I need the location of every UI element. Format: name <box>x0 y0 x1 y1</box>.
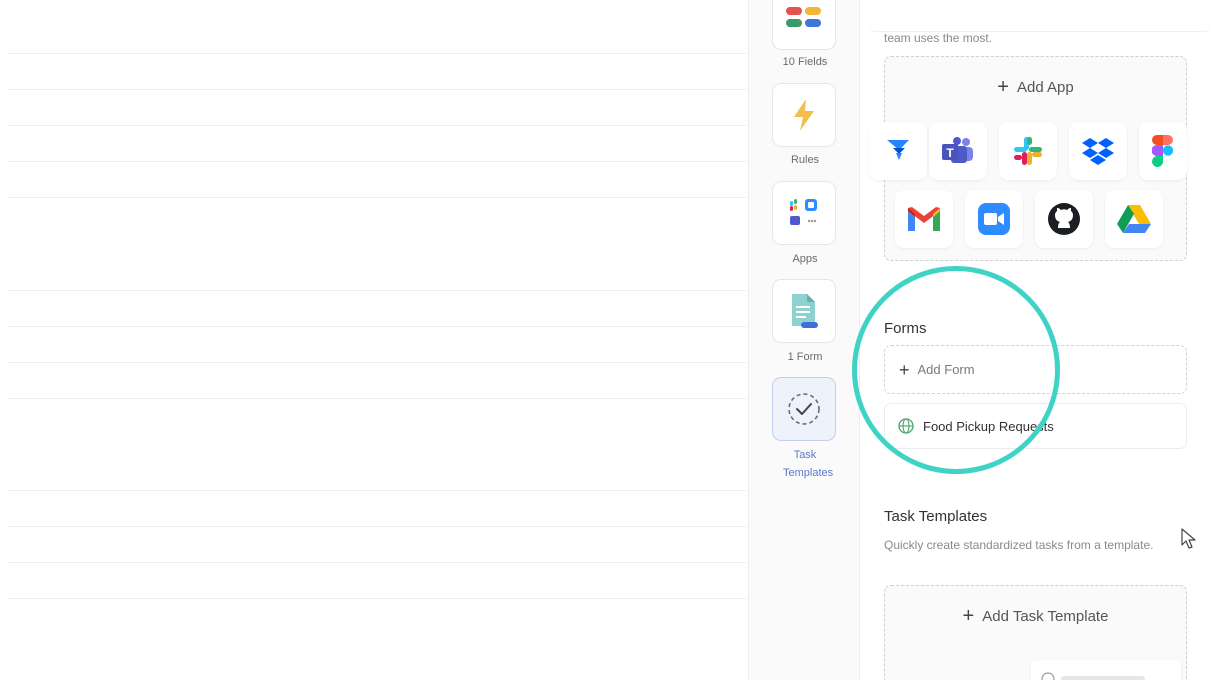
rail-item-task-templates[interactable] <box>772 377 836 441</box>
dropbox-icon <box>1082 138 1114 165</box>
apps-dropzone: + Add App T <box>869 56 1187 261</box>
task-list-area <box>0 0 748 680</box>
add-app-button[interactable]: + Add App <box>885 77 1186 97</box>
app-tile-google-drive[interactable] <box>1105 190 1163 248</box>
placeholder-bar <box>1061 676 1145 680</box>
list-row-divider <box>8 526 746 527</box>
highlight-circle-annotation <box>852 266 1060 474</box>
task-templates-dropzone: + Add Task Template <box>884 585 1187 680</box>
zoom-icon <box>978 203 1010 235</box>
rail-label-task-templates: Task Templates <box>783 449 834 479</box>
mouse-cursor-icon <box>1181 528 1196 549</box>
add-app-label: Add App <box>1016 78 1074 96</box>
plus-icon: + <box>997 76 1009 98</box>
microsoft-teams-icon: T <box>942 137 973 163</box>
rail-label-fields: 10 Fields <box>782 56 828 68</box>
app-tile-slack[interactable] <box>999 122 1057 180</box>
rail-item-apps[interactable] <box>772 181 836 245</box>
list-row-divider <box>8 125 746 126</box>
apps-section-description: team uses the most. <box>884 31 993 45</box>
list-row-divider <box>8 53 746 54</box>
settings-icon-rail: 10 Fields Rules Apps 1 Form Task Templat… <box>748 0 860 680</box>
gmail-icon <box>908 207 940 231</box>
google-drive-icon <box>1117 205 1151 233</box>
app-tile-dropbox[interactable] <box>1069 122 1127 180</box>
list-row-divider <box>8 598 746 599</box>
list-row-divider <box>8 161 746 162</box>
list-row-divider <box>8 398 746 399</box>
github-icon <box>1048 203 1080 235</box>
apps-cluster-icon <box>790 199 817 225</box>
rail-item-fields[interactable] <box>772 0 836 50</box>
app-tile-jira[interactable] <box>869 122 927 180</box>
rail-label-apps: Apps <box>792 253 818 265</box>
list-row-divider <box>8 290 746 291</box>
app-tile-gmail[interactable] <box>895 190 953 248</box>
svg-text:T: T <box>946 146 954 160</box>
list-row-divider <box>8 362 746 363</box>
fields-grid-icon <box>786 7 821 27</box>
task-template-preview-card <box>1031 660 1181 680</box>
list-row-divider <box>8 326 746 327</box>
form-document-icon <box>792 294 818 328</box>
rail-label-forms: 1 Form <box>787 351 823 363</box>
add-task-template-button[interactable]: + Add Task Template <box>885 606 1186 626</box>
slack-icon <box>1014 137 1042 165</box>
list-row-divider <box>8 562 746 563</box>
rail-label-rules: Rules <box>790 154 820 166</box>
app-tile-github[interactable] <box>1035 190 1093 248</box>
plus-icon: + <box>962 605 975 627</box>
app-tile-teams[interactable]: T <box>929 122 987 180</box>
add-task-template-label: Add Task Template <box>982 607 1109 625</box>
check-circle-icon <box>1041 672 1055 680</box>
list-row-divider <box>8 197 746 198</box>
task-template-check-icon <box>788 393 820 425</box>
list-row-divider <box>8 89 746 90</box>
figma-icon <box>1152 135 1174 167</box>
app-tile-figma[interactable] <box>1139 122 1187 180</box>
rail-item-rules[interactable] <box>772 83 836 147</box>
jira-icon <box>887 140 909 160</box>
list-row-divider <box>8 490 746 491</box>
task-templates-description: Quickly create standardized tasks from a… <box>884 538 1154 552</box>
task-templates-section-title: Task Templates <box>884 508 988 525</box>
app-tile-zoom[interactable] <box>965 190 1023 248</box>
rail-item-forms[interactable] <box>772 279 836 343</box>
lightning-icon <box>794 99 814 131</box>
